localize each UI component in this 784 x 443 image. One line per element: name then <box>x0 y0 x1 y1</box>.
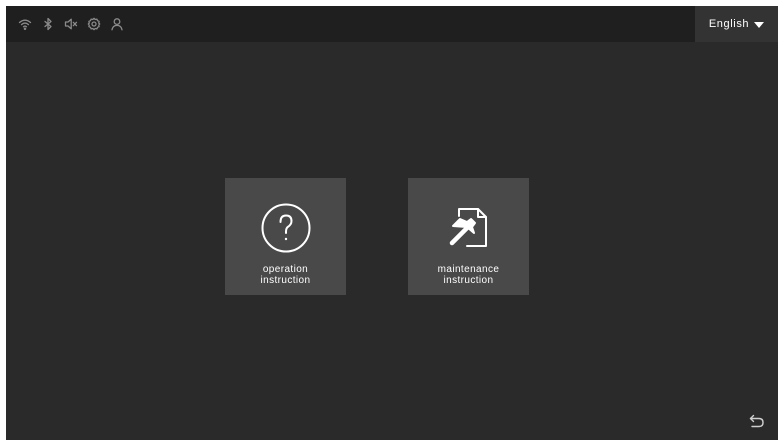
back-arrow-icon <box>749 414 764 428</box>
bluetooth-icon[interactable] <box>41 17 55 31</box>
hammer-document-icon <box>443 202 495 254</box>
language-label: English <box>708 18 750 30</box>
user-icon[interactable] <box>110 17 124 31</box>
speaker-muted-icon[interactable] <box>64 17 78 31</box>
caret-down-icon <box>754 21 765 28</box>
maintenance-instruction-label: maintenance instruction <box>408 264 529 286</box>
wifi-icon[interactable] <box>18 17 32 31</box>
language-dropdown[interactable]: English <box>695 6 778 42</box>
card-label-line1: operation <box>262 264 309 275</box>
operation-instruction-label: operation instruction <box>225 264 346 286</box>
card-label-line1: maintenance <box>437 264 500 275</box>
card-label-line2: instruction <box>260 275 311 286</box>
status-icons <box>18 6 124 42</box>
card-label-line2: instruction <box>443 275 494 286</box>
question-circle-icon <box>260 202 312 254</box>
screen: English operation instruction maintenanc… <box>6 6 778 440</box>
operation-instruction-button[interactable]: operation instruction <box>225 178 346 295</box>
maintenance-instruction-button[interactable]: maintenance instruction <box>408 178 529 295</box>
back-button[interactable] <box>747 411 767 431</box>
status-bar: English <box>6 6 778 42</box>
settings-icon[interactable] <box>87 17 101 31</box>
